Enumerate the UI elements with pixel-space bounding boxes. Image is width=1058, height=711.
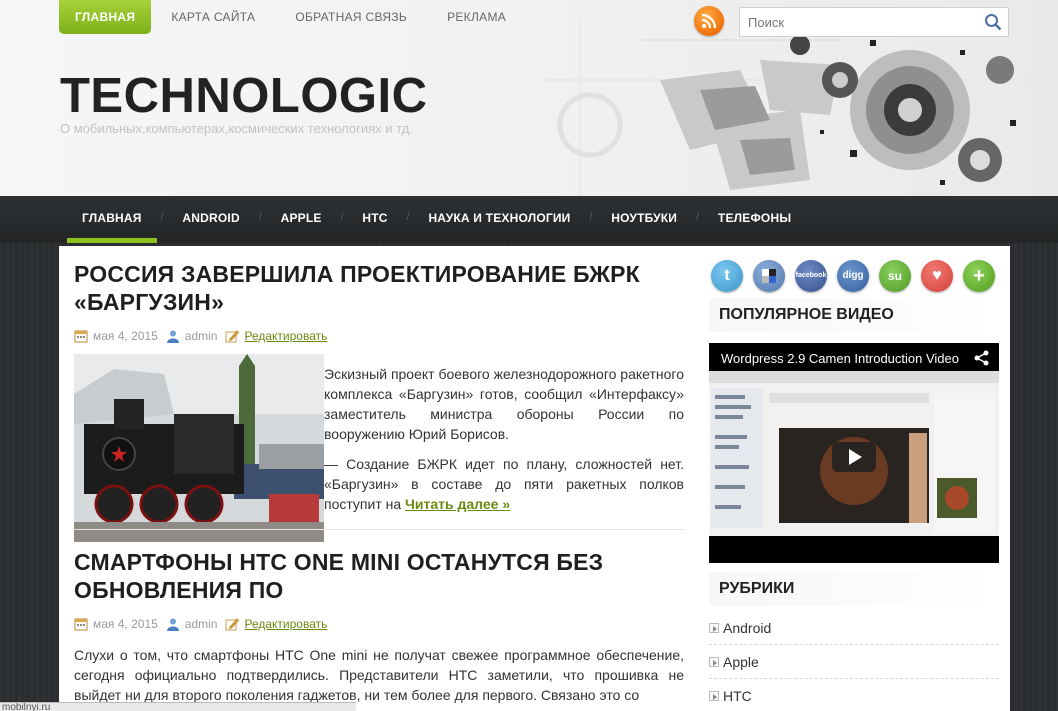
main-nav-apple[interactable]: APPLE <box>266 196 337 243</box>
categories-title: РУБРИКИ <box>709 572 999 606</box>
main-nav-htc[interactable]: HTC <box>347 196 402 243</box>
rss-icon[interactable] <box>694 6 724 36</box>
add-icon[interactable]: + <box>963 260 995 292</box>
main-nav-android[interactable]: ANDROID <box>167 196 254 243</box>
site-header: ГЛАВНАЯ КАРТА САЙТА ОБРАТНАЯ СВЯЗЬ РЕКЛА… <box>0 0 1058 196</box>
edit-link[interactable]: Редактировать <box>244 329 327 343</box>
user-icon <box>166 618 179 631</box>
nav-separator: / <box>406 212 410 223</box>
user-icon <box>166 330 179 343</box>
top-nav: ГЛАВНАЯ КАРТА САЙТА ОБРАТНАЯ СВЯЗЬ РЕКЛА… <box>59 0 526 34</box>
category-item-android[interactable]: Android <box>709 611 999 645</box>
top-nav-advertising[interactable]: РЕКЛАМА <box>427 0 526 34</box>
main-nav: ГЛАВНАЯ / ANDROID / APPLE / HTC / НАУКА … <box>0 196 1058 243</box>
main-nav-home[interactable]: ГЛАВНАЯ <box>67 196 157 243</box>
bullet-arrow-icon <box>709 622 719 633</box>
main-nav-science[interactable]: НАУКА И ТЕХНОЛОГИИ <box>413 196 585 243</box>
search-box <box>739 7 1009 37</box>
category-item-htc[interactable]: HTC <box>709 679 999 711</box>
edit-pencil-icon <box>225 330 240 343</box>
post: РОССИЯ ЗАВЕРШИЛА ПРОЕКТИРОВАНИЕ БЖРК «БА… <box>74 260 684 344</box>
nav-separator: / <box>258 212 262 223</box>
calendar-icon <box>74 330 88 343</box>
post-excerpt: Эскизный проект боевого железнодорожного… <box>324 364 684 514</box>
post-paragraph: Эскизный проект боевого железнодорожного… <box>324 366 684 442</box>
post-thumbnail[interactable] <box>74 354 324 542</box>
video-player[interactable]: Wordpress 2.9 Camen Introduction Video <box>709 343 999 563</box>
bullet-arrow-icon <box>709 656 719 667</box>
bullet-arrow-icon <box>709 690 719 701</box>
top-nav-feedback[interactable]: ОБРАТНАЯ СВЯЗЬ <box>275 0 427 34</box>
main-nav-laptops[interactable]: НОУТБУКИ <box>596 196 692 243</box>
favorite-icon[interactable]: ♥ <box>921 260 953 292</box>
edit-link[interactable]: Редактировать <box>244 617 327 631</box>
nav-separator: / <box>696 212 699 223</box>
stumbleupon-icon[interactable]: su <box>879 260 911 292</box>
social-icons: t facebook digg su ♥ + <box>711 260 995 292</box>
train-image <box>74 354 324 542</box>
popular-video-title: ПОПУЛЯРНОЕ ВИДЕО <box>709 298 999 332</box>
category-item-apple[interactable]: Apple <box>709 645 999 679</box>
read-more-link[interactable]: Читать далее » <box>405 496 510 512</box>
delicious-icon[interactable] <box>753 260 785 292</box>
nav-separator: / <box>340 212 344 223</box>
facebook-icon[interactable]: facebook <box>795 260 827 292</box>
nav-separator: / <box>589 212 593 223</box>
post-date: мая 4, 2015 <box>93 617 158 631</box>
header-tech-artwork <box>540 20 1058 196</box>
calendar-icon <box>74 618 88 631</box>
edit-pencil-icon <box>225 618 240 631</box>
nav-separator: / <box>160 212 164 223</box>
post-divider <box>74 529 684 530</box>
top-nav-home[interactable]: ГЛАВНАЯ <box>59 0 152 34</box>
post: СМАРТФОНЫ HTC ONE MINI ОСТАНУТСЯ БЕЗ ОБН… <box>74 548 684 705</box>
post-author[interactable]: admin <box>185 617 218 631</box>
post-author[interactable]: admin <box>185 329 218 343</box>
video-thumbnail <box>709 343 999 563</box>
site-description: О мобильных,компьютерах,космических техн… <box>60 121 413 136</box>
post-meta: мая 4, 2015 admin Редактировать <box>74 616 684 632</box>
search-icon[interactable] <box>984 13 1002 31</box>
twitter-icon[interactable]: t <box>711 260 743 292</box>
video-caption[interactable]: Wordpress 2.9 Camen Introduction Video <box>721 351 959 366</box>
post-title[interactable]: СМАРТФОНЫ HTC ONE MINI ОСТАНУТСЯ БЕЗ ОБН… <box>74 548 684 604</box>
main-content: РОССИЯ ЗАВЕРШИЛА ПРОЕКТИРОВАНИЕ БЖРК «БА… <box>59 246 699 711</box>
post-paragraph: Слухи о том, что смартфоны HTC One mini … <box>74 647 684 703</box>
post-paragraph: — Создание БЖРК идет по плану, сложносте… <box>324 456 684 512</box>
categories-list: Android Apple HTC <box>709 611 999 711</box>
sidebar: t facebook digg su ♥ + ПОПУЛЯРНОЕ ВИДЕО <box>699 246 1010 711</box>
top-nav-sitemap[interactable]: КАРТА САЙТА <box>151 0 275 34</box>
digg-icon[interactable]: digg <box>837 260 869 292</box>
site-title[interactable]: TECHNOLOGIC <box>60 68 428 124</box>
search-input[interactable] <box>740 8 978 36</box>
post-title[interactable]: РОССИЯ ЗАВЕРШИЛА ПРОЕКТИРОВАНИЕ БЖРК «БА… <box>74 260 684 316</box>
post-meta: мая 4, 2015 admin Редактировать <box>74 328 684 344</box>
main-nav-phones[interactable]: ТЕЛЕФОНЫ <box>703 196 806 243</box>
post-date: мая 4, 2015 <box>93 329 158 343</box>
browser-status-bar: mobilnyi.ru <box>0 702 356 711</box>
share-icon[interactable] <box>973 349 991 367</box>
